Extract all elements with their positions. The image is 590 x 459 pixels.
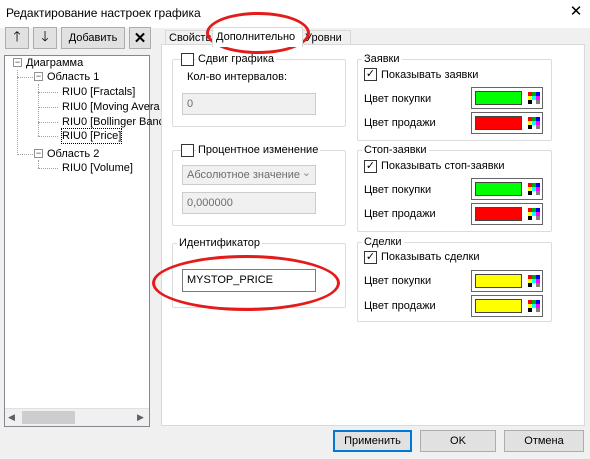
shift-checkbox[interactable] <box>181 53 194 66</box>
scroll-left-icon[interactable]: ◀ <box>8 412 15 423</box>
tree-connector <box>17 154 33 155</box>
tree-connector <box>38 160 39 168</box>
palette-icon <box>528 207 540 221</box>
move-down-button[interactable]: 🡓 <box>33 27 57 49</box>
show-orders-label: Показывать заявки <box>381 69 479 81</box>
show-deals-checkbox[interactable]: ✓ <box>364 251 377 264</box>
intervals-label: Кол-во интервалов: <box>187 71 288 83</box>
close-icon[interactable]: ✕ <box>567 3 585 21</box>
arrow-down-icon: 🡓 <box>41 28 49 44</box>
tree-connector <box>17 77 33 78</box>
deals-sell-color-swatch <box>475 299 522 313</box>
value-type-selected: Абсолютное значение <box>187 169 301 181</box>
palette-icon <box>528 182 540 196</box>
palette-icon <box>528 274 540 288</box>
deals-title: Сделки <box>362 236 404 248</box>
tree-connector <box>38 136 58 137</box>
tree-connector <box>17 70 18 155</box>
show-stops-label: Показывать стоп-заявки <box>381 160 505 172</box>
palette-swatch <box>536 283 540 287</box>
orders-sell-color-picker[interactable] <box>471 112 543 134</box>
palette-icon <box>528 299 540 313</box>
show-orders-checkbox[interactable]: ✓ <box>364 68 377 81</box>
percent-checkbox[interactable] <box>181 144 194 157</box>
orders-buy-color-picker[interactable] <box>471 87 543 109</box>
identifier-input[interactable]: MYSTOP_PRICE <box>182 269 316 292</box>
palette-swatch <box>536 308 540 312</box>
stops-title: Стоп-заявки <box>362 144 429 156</box>
value-type-select[interactable]: Абсолютное значение ⌄ <box>182 165 316 185</box>
arrow-up-icon: 🡑 <box>13 28 21 44</box>
chevron-down-icon: ⌄ <box>301 167 311 179</box>
tree-horizontal-scrollbar[interactable]: ◀ ▶ <box>5 408 149 426</box>
group-percent <box>172 150 346 226</box>
delete-button[interactable]: ✕ <box>129 27 151 49</box>
intervals-input[interactable]: 0 <box>182 93 316 115</box>
orders-sell-label: Цвет продажи <box>364 117 436 129</box>
orders-buy-color-swatch <box>475 91 522 105</box>
show-deals-label: Показывать сделки <box>381 251 480 263</box>
tree-item-diagram[interactable]: Диаграмма <box>26 56 83 70</box>
stops-sell-color-picker[interactable] <box>471 203 543 225</box>
percent-label: Процентное изменение <box>196 144 321 156</box>
title-bar: Редактирование настроек графика ✕ <box>0 0 590 28</box>
scrollbar-thumb[interactable] <box>22 411 75 424</box>
show-stops-checkbox[interactable]: ✓ <box>364 160 377 173</box>
stops-buy-label: Цвет покупки <box>364 184 432 196</box>
deals-sell-color-picker[interactable] <box>471 295 543 317</box>
apply-button[interactable]: Применить <box>333 430 412 452</box>
add-button[interactable]: Добавить <box>61 27 125 49</box>
palette-swatch <box>536 125 540 129</box>
tree-item-area[interactable]: Область 2 <box>47 147 99 161</box>
deals-buy-color-picker[interactable] <box>471 270 543 292</box>
tree-item-indicator-selected[interactable]: RIU0 [Price] <box>60 128 123 144</box>
move-up-button[interactable]: 🡑 <box>5 27 29 49</box>
tree-connector <box>38 92 58 93</box>
cancel-button[interactable]: Отмена <box>504 430 584 452</box>
stops-buy-color-swatch <box>475 182 522 196</box>
tree-connector <box>38 168 58 169</box>
shift-label: Сдвиг графика <box>196 53 277 65</box>
palette-swatch <box>536 100 540 104</box>
orders-buy-label: Цвет покупки <box>364 93 432 105</box>
tree-item-indicator[interactable]: RIU0 [Bollinger Banc <box>62 115 164 129</box>
collapse-icon[interactable]: − <box>34 72 43 81</box>
deals-sell-label: Цвет продажи <box>364 300 436 312</box>
tab-advanced[interactable]: Дополнительно <box>212 27 303 47</box>
collapse-icon[interactable]: − <box>13 58 22 67</box>
ok-button[interactable]: OK <box>420 430 496 452</box>
palette-swatch <box>536 191 540 195</box>
orders-sell-color-swatch <box>475 116 522 130</box>
stops-sell-label: Цвет продажи <box>364 208 436 220</box>
tree-item-indicator[interactable]: RIU0 [Volume] <box>62 161 133 175</box>
palette-icon <box>528 116 540 130</box>
tree-item-indicator[interactable]: RIU0 [Moving Avera <box>62 100 160 114</box>
collapse-icon[interactable]: − <box>34 149 43 158</box>
close-icon: ✕ <box>133 30 147 47</box>
tree-item-indicator[interactable]: RIU0 [Fractals] <box>62 85 135 99</box>
deals-buy-color-swatch <box>475 274 522 288</box>
identifier-label: Идентификатор <box>177 237 262 249</box>
deals-buy-label: Цвет покупки <box>364 275 432 287</box>
window-title: Редактирование настроек графика <box>6 6 201 20</box>
tree-connector <box>38 107 58 108</box>
chart-tree[interactable]: − Диаграмма − Область 1 RIU0 [Fractals] … <box>4 55 164 427</box>
tree-connector <box>38 122 58 123</box>
scroll-right-icon[interactable]: ▶ <box>137 412 144 423</box>
palette-swatch <box>536 216 540 220</box>
stops-buy-color-picker[interactable] <box>471 178 543 200</box>
palette-icon <box>528 91 540 105</box>
stops-sell-color-swatch <box>475 207 522 221</box>
percent-input[interactable]: 0,000000 <box>182 192 316 214</box>
tree-item-area[interactable]: Область 1 <box>47 70 99 84</box>
orders-title: Заявки <box>362 53 402 65</box>
